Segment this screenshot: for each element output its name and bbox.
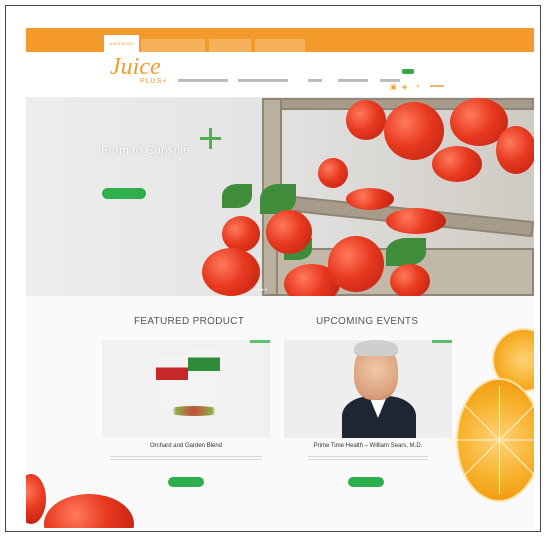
tomato: [328, 236, 384, 292]
tomato: [496, 126, 534, 174]
orange-segment: [445, 439, 500, 441]
orange-segment: [499, 439, 534, 479]
tab-2[interactable]: [141, 39, 205, 52]
leaf: [222, 184, 252, 208]
plus-icon-bar: [200, 137, 221, 140]
nav-item-2[interactable]: [238, 79, 288, 82]
orange-segment: [460, 439, 500, 479]
product-cta-button[interactable]: [168, 477, 204, 487]
account-link[interactable]: [430, 85, 444, 87]
juice-plus-logo[interactable]: Juice PLUS+: [104, 54, 174, 92]
tomato: [432, 146, 482, 182]
logo-plus: PLUS+: [140, 78, 168, 85]
site-header: Juice PLUS+ ▣ ◈ ⌕: [26, 52, 534, 98]
event-speaker-photo[interactable]: [284, 340, 452, 438]
fruit-blend-jar: [156, 356, 192, 408]
product-name: Orchard and Garden Blend: [149, 443, 223, 449]
screenshot-frame: JUICE PLUS+ Juice PLUS+ ▣ ◈ ⌕ Farm to Ca…: [5, 5, 541, 532]
nav-item-4[interactable]: [338, 79, 368, 82]
featured-product-heading: FEATURED PRODUCT: [134, 316, 245, 327]
search-icon[interactable]: ⌕: [416, 83, 420, 91]
nav-item-1[interactable]: [178, 79, 228, 82]
tomato: [384, 102, 444, 160]
tomato: [346, 100, 386, 140]
tomato: [386, 208, 446, 234]
orange-segment: [499, 439, 534, 441]
tab-3[interactable]: [209, 39, 251, 52]
hero-title: Farm to Capsule: [101, 143, 190, 157]
tomato: [222, 216, 260, 252]
product-description: [110, 456, 262, 464]
event-cta-button[interactable]: [348, 477, 384, 487]
leaf: [386, 238, 426, 266]
tomato: [202, 248, 260, 296]
vegetable-blend-jar: [188, 348, 220, 406]
orange-segment: [499, 401, 534, 441]
orange-slice: [445, 378, 534, 502]
tomato: [266, 210, 312, 254]
notification-badge: [402, 69, 414, 74]
logo-text: Juice: [110, 54, 161, 80]
tomato: [390, 264, 430, 296]
bag-icon[interactable]: ▣: [390, 83, 397, 91]
orange-segment: [460, 401, 500, 441]
hero-cta-button[interactable]: [102, 188, 146, 199]
carousel-dots[interactable]: • • • •: [254, 288, 267, 294]
tomato: [318, 158, 348, 188]
speaker-hair: [354, 340, 398, 356]
orange-segment: [499, 440, 500, 494]
tab-juice-plus[interactable]: JUICE PLUS+: [104, 35, 140, 52]
orange-segment: [499, 386, 500, 440]
event-description: [308, 456, 428, 464]
hero-banner: Farm to Capsule • • • •: [26, 98, 534, 296]
tomato: [346, 188, 394, 210]
card-accent: [432, 340, 452, 343]
nav-item-3[interactable]: [308, 79, 322, 82]
produce-pile: [164, 406, 224, 416]
nav-item-5[interactable]: [380, 79, 400, 82]
featured-product-image[interactable]: [102, 340, 270, 438]
cart-icon[interactable]: ◈: [402, 83, 407, 91]
upcoming-events-heading: UPCOMING EVENTS: [316, 316, 419, 327]
card-accent: [250, 340, 270, 343]
tab-4[interactable]: [255, 39, 305, 52]
event-title: Prime Time Health – William Sears, M.D.: [313, 443, 423, 449]
website: JUICE PLUS+ Juice PLUS+ ▣ ◈ ⌕ Farm to Ca…: [26, 28, 534, 528]
top-bar: JUICE PLUS+: [26, 28, 534, 52]
tomato: [44, 494, 134, 528]
tomato: [26, 474, 46, 524]
